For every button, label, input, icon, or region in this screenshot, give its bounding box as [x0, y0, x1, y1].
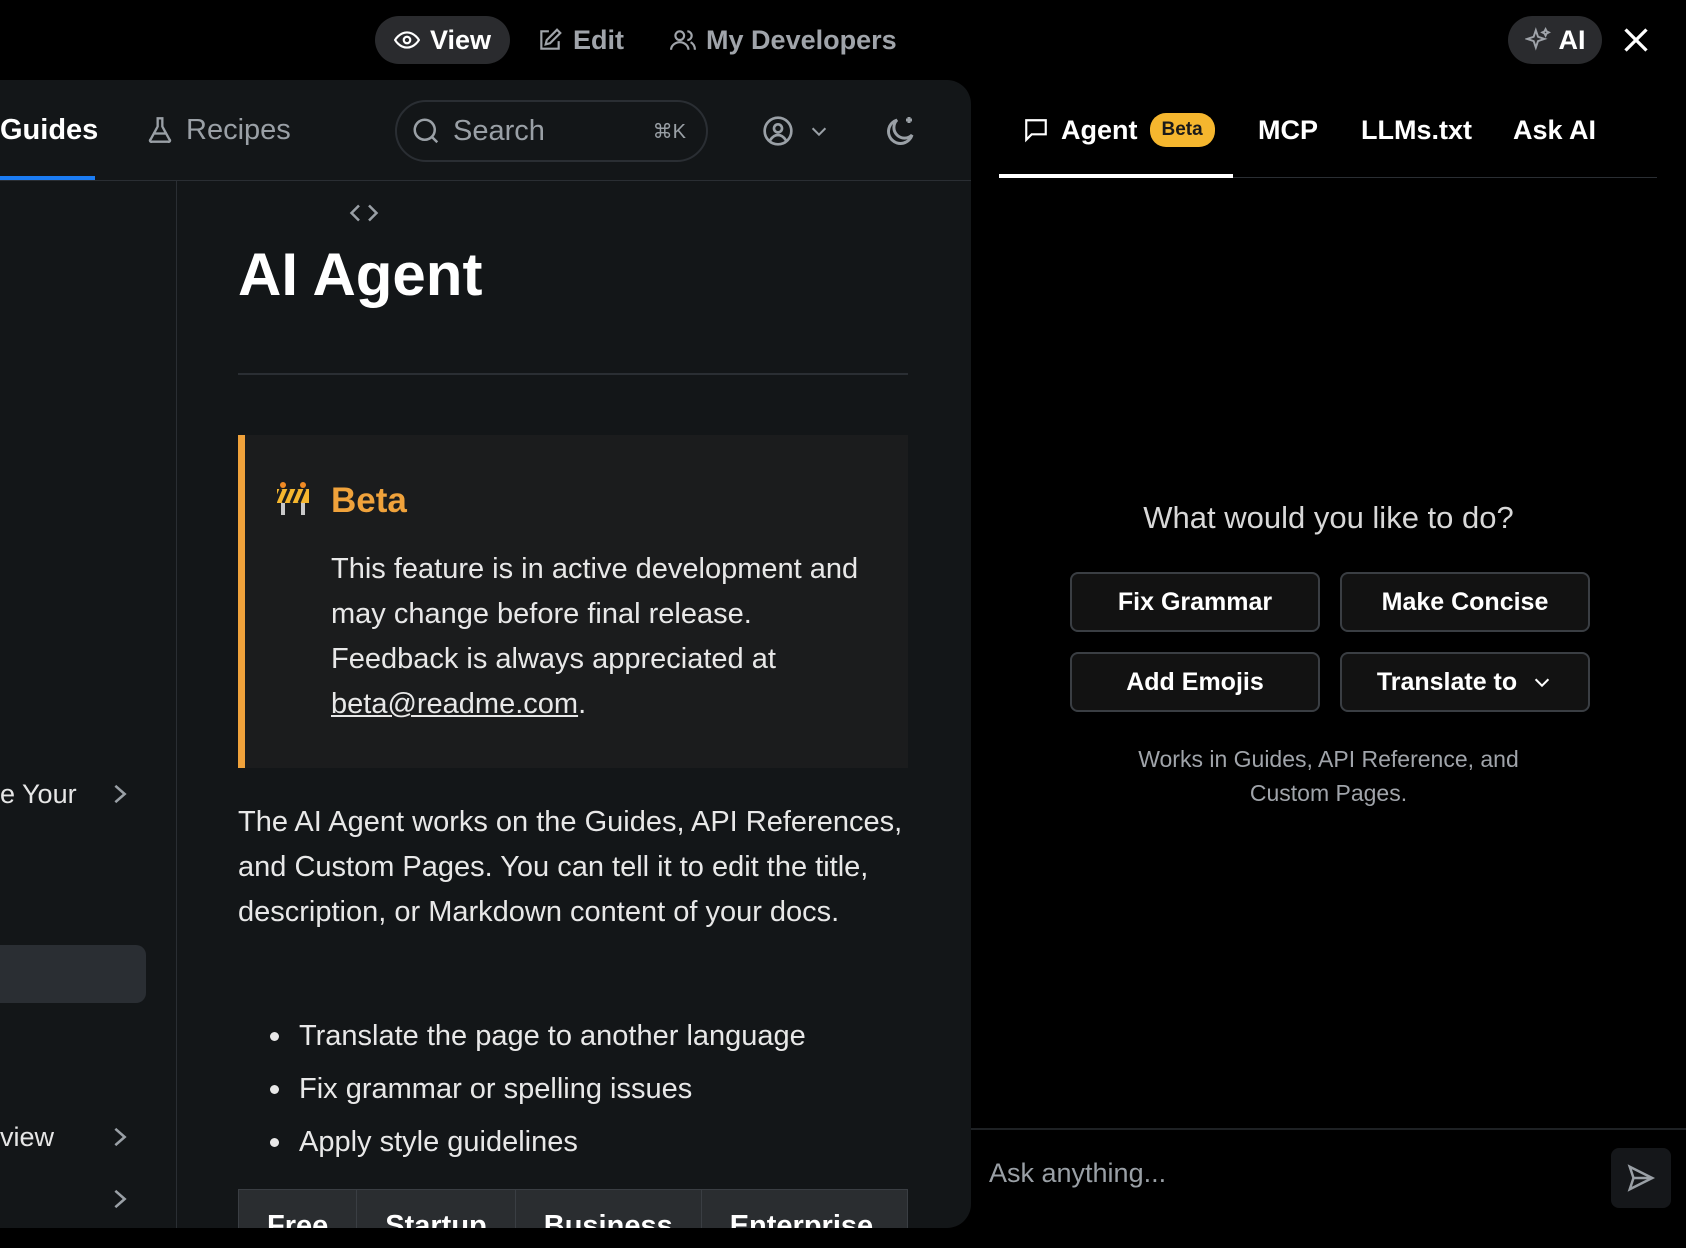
ai-panel: Agent Beta MCP LLMs.txt Ask AI What woul…: [971, 82, 1686, 1228]
user-menu-button[interactable]: [762, 115, 830, 147]
active-tab-indicator: [999, 174, 1233, 178]
chevron-right-icon: [114, 1189, 127, 1209]
theme-toggle-icon[interactable]: [882, 114, 918, 150]
add-emojis-label: Add Emojis: [1126, 667, 1264, 696]
intro-paragraph: The AI Agent works on the Guides, API Re…: [238, 806, 903, 928]
translate-to-button[interactable]: Translate to: [1340, 652, 1590, 712]
eye-icon: [394, 31, 420, 49]
docs-panel: Guides Recipes Search ⌘K e Your view AI …: [0, 80, 971, 1228]
sidebar-item-view[interactable]: view: [0, 1113, 150, 1161]
ai-toggle-button[interactable]: AI: [1508, 16, 1602, 64]
send-button[interactable]: [1611, 1148, 1671, 1208]
tab-llms-txt[interactable]: LLMs.txt: [1361, 82, 1472, 178]
tab-recipes[interactable]: Recipes: [146, 80, 291, 180]
list-item: Translate the page to another language: [270, 1010, 806, 1063]
sidebar-item-selected[interactable]: [0, 945, 146, 1003]
chevron-down-icon: [1535, 678, 1550, 688]
translate-to-label: Translate to: [1376, 667, 1518, 696]
send-icon: [1627, 1164, 1656, 1192]
code-icon[interactable]: [347, 198, 381, 228]
make-concise-label: Make Concise: [1381, 587, 1549, 616]
tab-llms-label: LLMs.txt: [1361, 114, 1472, 145]
add-emojis-button[interactable]: Add Emojis: [1070, 652, 1320, 712]
callout-tail: .: [578, 688, 587, 720]
top-bar: View Edit My Developers AI: [0, 0, 1686, 82]
chat-icon: [1025, 119, 1047, 143]
view-mode-button[interactable]: View: [375, 16, 511, 64]
ai-label: AI: [1558, 24, 1586, 55]
hint-text: Works in Guides, API Reference, and Cust…: [971, 742, 1686, 810]
users-icon: [670, 30, 697, 50]
callout-title: Beta: [331, 481, 407, 520]
prompt-question: What would you like to do?: [1143, 500, 1514, 535]
tab-ask-ai[interactable]: Ask AI: [1513, 82, 1596, 178]
active-tab-indicator: [0, 176, 95, 180]
my-developers-label: My Developers: [706, 24, 897, 55]
search-input[interactable]: Search ⌘K: [395, 100, 708, 162]
my-developers-button[interactable]: My Developers: [651, 16, 916, 64]
title-divider: [238, 373, 908, 375]
tab-agent[interactable]: Agent Beta: [1023, 82, 1215, 178]
edit-icon: [540, 28, 562, 50]
tab-guides[interactable]: Guides: [0, 80, 98, 180]
search-shortcut: ⌘K: [652, 120, 686, 143]
table-header-cell: Business: [516, 1190, 702, 1228]
tab-ask-ai-label: Ask AI: [1513, 114, 1597, 145]
sidebar-item-collapsed[interactable]: [0, 1175, 150, 1223]
sidebar: e Your view: [0, 181, 177, 1228]
table-header-cell: Free: [239, 1190, 358, 1228]
tab-mcp[interactable]: MCP: [1258, 82, 1318, 178]
chevron-down-icon: [811, 127, 827, 137]
plans-table-header: Free Startup Business Enterprise: [238, 1189, 908, 1228]
beta-email-link[interactable]: beta@readme.com: [331, 688, 578, 720]
table-header-cell: Startup: [357, 1190, 516, 1228]
list-item: Fix grammar or spelling issues: [270, 1063, 806, 1116]
flask-icon: [148, 117, 172, 143]
view-mode-label: View: [430, 24, 492, 55]
mode-switch: View Edit My Developers: [375, 16, 916, 64]
chevron-right-icon: [114, 1127, 127, 1147]
edit-mode-button[interactable]: Edit: [518, 16, 643, 64]
search-placeholder: Search: [453, 114, 545, 147]
chevron-right-icon: [114, 784, 127, 804]
construction-icon: [273, 482, 309, 515]
callout-text: This feature is in active development an…: [331, 553, 859, 675]
ai-tabs: Agent Beta MCP LLMs.txt Ask AI: [999, 82, 1657, 178]
sidebar-item-label: e Your: [0, 778, 77, 809]
close-icon[interactable]: [1618, 22, 1654, 58]
beta-badge: Beta: [1149, 113, 1215, 147]
composer: [971, 1128, 1686, 1228]
callout-body: This feature is in active development an…: [331, 547, 871, 727]
sidebar-item-your[interactable]: e Your: [0, 770, 150, 818]
fix-grammar-label: Fix Grammar: [1117, 587, 1273, 616]
ask-input[interactable]: [989, 1148, 1549, 1198]
sparkles-icon: [1524, 27, 1551, 51]
hint-label: Works in Guides, API Reference, and Cust…: [1138, 746, 1519, 806]
docs-nav: Guides Recipes Search ⌘K: [0, 80, 971, 222]
tab-mcp-label: MCP: [1258, 114, 1318, 145]
tab-agent-label: Agent: [1061, 114, 1138, 145]
page-title: AI Agent: [238, 241, 483, 308]
beta-callout: Beta This feature is in active developme…: [238, 435, 908, 768]
table-header-cell: Enterprise: [729, 1210, 874, 1228]
search-icon: [413, 118, 439, 144]
make-concise-button[interactable]: Make Concise: [1340, 572, 1590, 632]
fix-grammar-button[interactable]: Fix Grammar: [1070, 572, 1320, 632]
user-circle-icon: [763, 116, 793, 146]
tab-recipes-label: Recipes: [186, 113, 291, 146]
edit-mode-label: Edit: [573, 24, 625, 55]
sidebar-item-label: view: [0, 1121, 55, 1152]
feature-list: Translate the page to another language F…: [270, 1010, 806, 1169]
tab-guides-label: Guides: [0, 113, 99, 146]
list-item: Apply style guidelines: [270, 1116, 806, 1169]
